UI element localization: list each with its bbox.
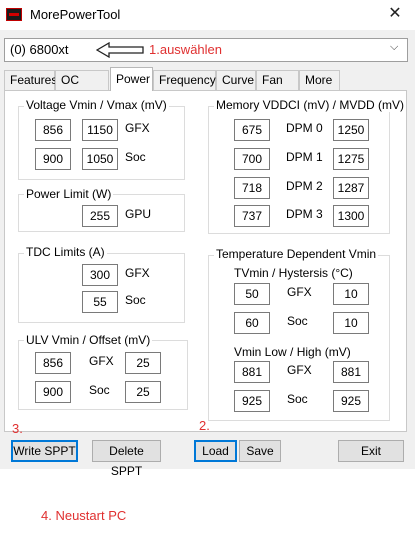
ulv-soc-offset-field[interactable]: 25 (125, 381, 161, 403)
gpu-select-value: (0) 6800xt (10, 42, 69, 57)
tab-oc-limits[interactable]: OC Limits (55, 70, 109, 105)
tvmin-hysteresis-title: TVmin / Hystersis (°C) (234, 266, 353, 280)
memory-dpm1-vddci-field[interactable]: 700 (234, 148, 270, 170)
hysteresis-soc-field[interactable]: 10 (333, 312, 369, 334)
tdc-soc-label: Soc (125, 293, 146, 307)
ulv-gfx-vmin-field[interactable]: 856 (35, 352, 71, 374)
vmin-low-high-title: Vmin Low / High (mV) (234, 345, 351, 359)
memory-dpm0-mvdd-field[interactable]: 1250 (333, 119, 369, 141)
title-bar: MorePowerTool ✕ (0, 0, 415, 30)
vmin-low-gfx-field[interactable]: 881 (234, 361, 270, 383)
voltage-soc-vmax-field[interactable]: 1050 (82, 148, 118, 170)
app-logo-icon (6, 8, 22, 21)
voltage-soc-label: Soc (125, 150, 146, 164)
close-icon[interactable]: ✕ (382, 3, 408, 25)
power-limit-title: Power Limit (W) (24, 187, 114, 201)
memory-dpm1-label: DPM 1 (286, 150, 323, 164)
tvmin-soc-field[interactable]: 60 (234, 312, 270, 334)
tdc-gfx-field[interactable]: 300 (82, 264, 118, 286)
ulv-gfx-label: GFX (89, 354, 114, 368)
tvmin-gfx-field[interactable]: 50 (234, 283, 270, 305)
annotation-step-1: 1.auswählen (149, 42, 222, 57)
tab-curve[interactable]: Curve (216, 70, 256, 90)
tvmin-gfx-label: GFX (287, 285, 312, 299)
vmin-high-gfx-field[interactable]: 881 (333, 361, 369, 383)
write-sppt-button[interactable]: Write SPPT (11, 440, 78, 462)
tvmin-soc-label: Soc (287, 314, 308, 328)
memory-dpm2-mvdd-field[interactable]: 1287 (333, 177, 369, 199)
voltage-group-title: Voltage Vmin / Vmax (mV) (24, 98, 169, 112)
voltage-soc-vmin-field[interactable]: 900 (35, 148, 71, 170)
vmin-high-soc-field[interactable]: 925 (333, 390, 369, 412)
memory-dpm0-vddci-field[interactable]: 675 (234, 119, 270, 141)
tdc-gfx-label: GFX (125, 266, 150, 280)
vmin-soc-label: Soc (287, 392, 308, 406)
annotation-step-3: 3. (12, 421, 23, 436)
tab-more[interactable]: More (299, 70, 340, 90)
left-arrow-icon (96, 42, 144, 58)
ulv-soc-vmin-field[interactable]: 900 (35, 381, 71, 403)
temp-vmin-title: Temperature Dependent Vmin (214, 247, 379, 261)
memory-dpm3-label: DPM 3 (286, 207, 323, 221)
annotation-step-2: 2. (199, 418, 210, 433)
load-button[interactable]: Load (194, 440, 237, 462)
tdc-limits-title: TDC Limits (A) (24, 245, 107, 259)
tab-power[interactable]: Power (110, 67, 153, 91)
power-limit-gpu-field[interactable]: 255 (82, 205, 118, 227)
power-limit-gpu-label: GPU (125, 207, 152, 221)
tab-frequency[interactable]: Frequency (153, 70, 216, 90)
memory-dpm0-label: DPM 0 (286, 121, 323, 135)
vmin-gfx-label: GFX (287, 363, 312, 377)
window-title: MorePowerTool (30, 7, 121, 22)
voltage-gfx-vmin-field[interactable]: 856 (35, 119, 71, 141)
tdc-soc-field[interactable]: 55 (82, 291, 118, 313)
memory-dpm1-mvdd-field[interactable]: 1275 (333, 148, 369, 170)
memory-dpm2-label: DPM 2 (286, 179, 323, 193)
ulv-gfx-offset-field[interactable]: 25 (125, 352, 161, 374)
chevron-down-icon[interactable]: ⌵ (390, 41, 398, 54)
voltage-gfx-label: GFX (125, 121, 150, 135)
memory-group-title: Memory VDDCI (mV) / MVDD (mV) (214, 98, 406, 112)
memory-dpm3-vddci-field[interactable]: 737 (234, 205, 270, 227)
save-button[interactable]: Save (239, 440, 281, 462)
voltage-gfx-vmax-field[interactable]: 1150 (82, 119, 118, 141)
tab-fan[interactable]: Fan (256, 70, 299, 90)
app-window: MorePowerTool ✕ (0) 6800xt ⌵ 1.auswählen… (0, 0, 415, 478)
ulv-soc-label: Soc (89, 383, 110, 397)
tab-features[interactable]: Features (4, 70, 57, 90)
vmin-low-soc-field[interactable]: 925 (234, 390, 270, 412)
memory-dpm2-vddci-field[interactable]: 718 (234, 177, 270, 199)
delete-sppt-button[interactable]: Delete SPPT (92, 440, 161, 478)
hysteresis-gfx-field[interactable]: 10 (333, 283, 369, 305)
ulv-group-title: ULV Vmin / Offset (mV) (24, 333, 153, 347)
annotation-step-4: 4. Neustart PC (41, 508, 127, 523)
memory-dpm3-mvdd-field[interactable]: 1300 (333, 205, 369, 227)
exit-button[interactable]: Exit (338, 440, 404, 462)
